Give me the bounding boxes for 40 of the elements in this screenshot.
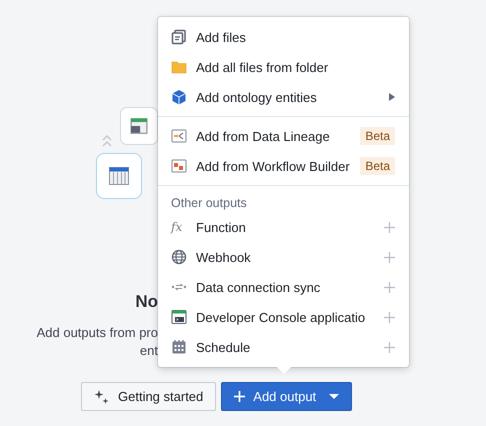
plus-icon: [384, 252, 395, 262]
section-heading: Other outputs: [170, 195, 248, 212]
caret-icon: [329, 394, 340, 400]
beta-badge: Beta: [360, 127, 395, 145]
workflow-icon: [171, 158, 187, 174]
menu-item[interactable]: Add from Data Lineage Beta: [158, 121, 409, 151]
files-icon: [171, 29, 187, 45]
empty-description: Add outputs from pro: [36, 324, 158, 342]
menu-item[interactable]: Schedule: [158, 332, 409, 362]
globe-icon: [171, 249, 187, 265]
getting-started-button[interactable]: Getting started: [81, 382, 216, 411]
empty-description: ent: [140, 342, 158, 360]
menu-item[interactable]: Webhook: [158, 242, 409, 272]
console-icon: [171, 309, 187, 325]
plus-icon: [384, 282, 395, 292]
sparkle-icon: [94, 388, 110, 404]
function-icon: fx: [171, 220, 187, 234]
menu-item[interactable]: Data connection sync: [158, 272, 409, 302]
lineage-icon: [171, 128, 187, 144]
menu-item[interactable]: Add from Workflow Builder Beta: [158, 151, 409, 181]
menu-item[interactable]: Add all files from folder: [158, 52, 409, 82]
node-card[interactable]: [120, 107, 158, 145]
table-icon: [109, 167, 129, 185]
node-card[interactable]: [96, 153, 142, 199]
console-icon: [130, 117, 148, 135]
submenu-caret-icon: [389, 93, 395, 101]
folder-icon: [171, 59, 187, 75]
plus-icon: [384, 342, 395, 352]
menu-item[interactable]: Add files: [158, 22, 409, 52]
cube-icon: [171, 89, 187, 105]
add-output-button[interactable]: Add output: [221, 382, 352, 411]
menu-item[interactable]: fx Function: [158, 212, 409, 242]
empty-title: No: [135, 292, 158, 312]
plus-icon: [384, 312, 395, 322]
calendar-icon: [171, 339, 187, 355]
menu-item[interactable]: Developer Console applicatio: [158, 302, 409, 332]
menu-item[interactable]: Add ontology entities: [158, 82, 409, 112]
plus-icon: [384, 222, 395, 232]
beta-badge: Beta: [360, 157, 395, 175]
plus-icon: [234, 391, 246, 402]
